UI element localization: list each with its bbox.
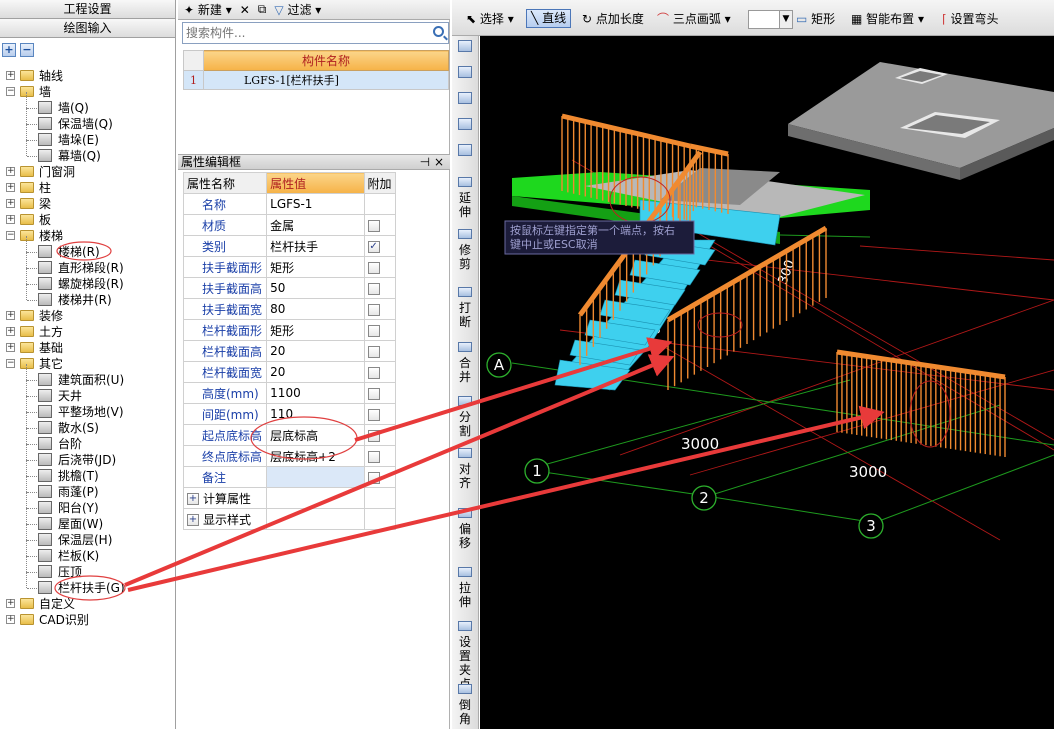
flip-icon[interactable] xyxy=(458,92,472,104)
tool-button[interactable]: 分 割 xyxy=(454,410,476,438)
cursor-icon: ⬉ xyxy=(466,12,477,26)
move-icon[interactable] xyxy=(458,118,472,130)
line-icon: ╲ xyxy=(531,11,539,25)
tool-label: 打 断 xyxy=(458,301,471,329)
tool-label: 倒 角 xyxy=(458,698,471,726)
arc-icon: ⌒ xyxy=(657,12,670,26)
tool-icon xyxy=(458,448,472,458)
three-point-arc-button[interactable]: ⌒ 三点画弧 ▾ xyxy=(657,9,731,29)
tool-icon xyxy=(458,621,472,631)
smart-layout-label: 智能布置 xyxy=(866,12,915,26)
rotate-icon[interactable] xyxy=(458,144,472,156)
rectangle-label: 矩形 xyxy=(811,12,836,26)
mirror-icon[interactable] xyxy=(458,40,472,52)
arc-label: 三点画弧 xyxy=(672,12,721,26)
navigation-panel: 工程设置 绘图输入 + − + 轴线 − 墙墙(Q) 保温墙(Q) 墙垛(E) 幕墙(Q) +… xyxy=(0,0,176,729)
tool-label: 修 剪 xyxy=(458,243,471,271)
tool-icon xyxy=(458,508,472,518)
bend-icon: ⌈ xyxy=(942,12,947,26)
tool-button[interactable]: 拉 伸 xyxy=(454,581,476,609)
tool-button[interactable]: 延 伸 xyxy=(454,191,476,219)
tool-button[interactable]: 偏 移 xyxy=(454,522,476,550)
rectangle-icon: ▭ xyxy=(796,12,808,26)
axis-label-2: 2 xyxy=(699,489,709,507)
tool-icon xyxy=(458,287,472,297)
tool-label: 设 置 夹 点 xyxy=(458,635,471,691)
annotation-circle-elevation xyxy=(250,416,358,460)
line-label: 直线 xyxy=(542,11,567,25)
axis-label-1: 1 xyxy=(532,462,542,480)
tool-label: 延 伸 xyxy=(458,191,471,219)
tool-label: 对 齐 xyxy=(458,462,471,490)
property-annotation-layer xyxy=(250,416,358,460)
tool-label: 分 割 xyxy=(458,410,471,438)
annotation-circle-railing xyxy=(54,575,126,601)
railing-right xyxy=(836,349,1006,457)
set-bend-label: 设置弯头 xyxy=(950,12,999,26)
tool-button[interactable]: 打 断 xyxy=(454,301,476,329)
point-length-label: 点加长度 xyxy=(595,12,644,26)
line-button[interactable]: ╲ 直线 xyxy=(526,9,572,28)
tool-button[interactable]: 设 置 夹 点 xyxy=(454,635,476,691)
tool-icon xyxy=(458,177,472,187)
dimension-label-2: 3000 xyxy=(849,463,887,481)
axis-label-a: A xyxy=(494,356,505,374)
axis-label-3: 3 xyxy=(866,517,876,535)
tooltip-line-1: 按鼠标左键指定第一个端点，按右 xyxy=(510,223,675,237)
annotation-circle-stair xyxy=(56,241,112,261)
tool-icon xyxy=(458,229,472,239)
tool-label: 偏 移 xyxy=(458,522,471,550)
tool-icon xyxy=(458,342,472,352)
draw-toolbar: ⬉ 选择 ▾ ╲ 直线 ↻ 点加长度 ⌒ 三点画弧 ▾ ▼ ▭ 矩形 ▦ 智能布… xyxy=(452,0,1054,36)
set-bend-button[interactable]: ⌈ 设置弯头 xyxy=(942,9,999,29)
offset-icon[interactable] xyxy=(458,66,472,78)
viewport-canvas[interactable]: A 1 2 3 3000 3000 300 00 xyxy=(480,36,1054,729)
select-label: 选择 xyxy=(479,12,504,26)
tool-label: 拉 伸 xyxy=(458,581,471,609)
smart-layout-icon: ▦ xyxy=(851,12,863,26)
3d-viewport[interactable]: A 1 2 3 3000 3000 300 00 xyxy=(480,36,1054,729)
dropdown-arrow-icon[interactable]: ▼ xyxy=(779,10,793,29)
tool-icon xyxy=(458,396,472,406)
tool-button[interactable]: 对 齐 xyxy=(454,462,476,490)
tool-button[interactable]: 合 并 xyxy=(454,356,476,384)
tool-icon xyxy=(458,684,472,694)
roof-slab xyxy=(788,62,1054,180)
edit-tool-strip: 延 伸修 剪打 断合 并分 割对 齐偏 移拉 伸设 置 夹 点倒 角 xyxy=(452,36,479,729)
dimension-label-1: 3000 xyxy=(681,435,719,453)
select-button[interactable]: ⬉ 选择 ▾ xyxy=(466,9,514,29)
nav-annotation-layer xyxy=(54,241,126,601)
tooltip-line-2: 键中止或ESC取消 xyxy=(510,237,598,251)
tool-button[interactable]: 修 剪 xyxy=(454,243,476,271)
component-panel: ✦ 新建 ▾ ✕ ⧉ ▽ 过滤 ▾ 构件名称 1 LGFS-1[栏杆扶手] 属性… xyxy=(178,0,450,729)
tool-button[interactable]: 倒 角 xyxy=(454,698,476,726)
tool-icon xyxy=(458,567,472,577)
smart-layout-button[interactable]: ▦ 智能布置 ▾ xyxy=(851,9,924,29)
tool-label: 合 并 xyxy=(458,356,471,384)
rectangle-button[interactable]: ▭ 矩形 xyxy=(796,9,835,29)
point-length-button[interactable]: ↻ 点加长度 xyxy=(582,9,644,29)
point-length-icon: ↻ xyxy=(582,12,593,26)
